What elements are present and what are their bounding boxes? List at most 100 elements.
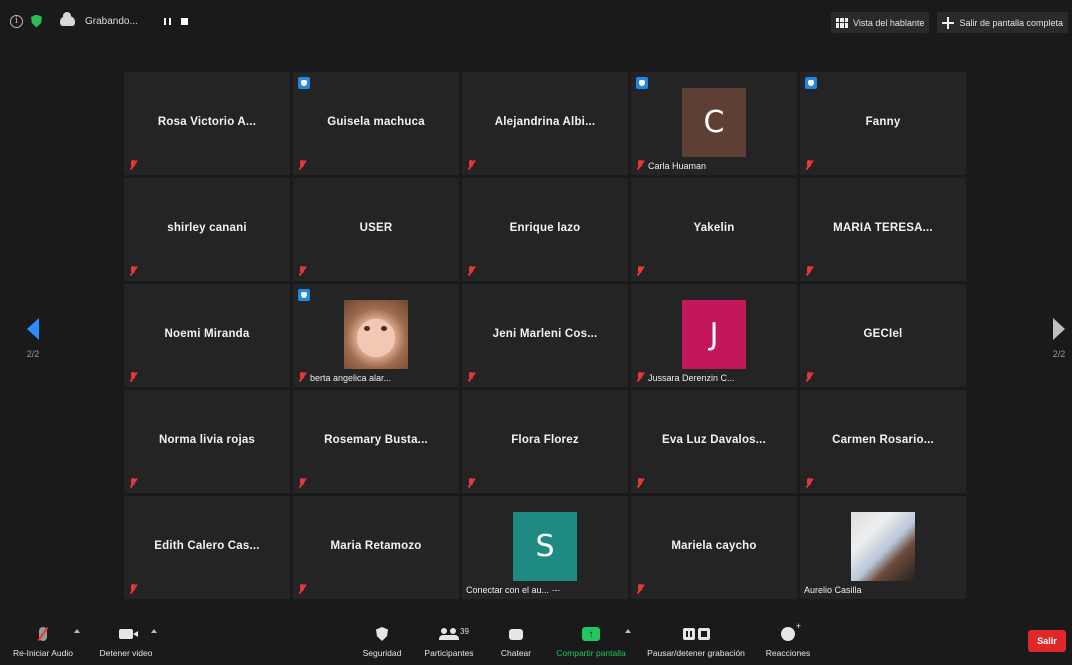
participant-tile[interactable]: Edith Calero Cas...: [124, 496, 290, 599]
participant-name-tag: Conectar con el au... ·-·: [466, 585, 561, 595]
participant-tile[interactable]: Flora Florez: [462, 390, 628, 493]
participant-name: Alejandrina Albi...: [494, 116, 596, 128]
participant-tile[interactable]: berta angelica alar...: [293, 284, 459, 387]
video-camera-icon: [119, 629, 138, 639]
muted-microphone-icon: [298, 266, 307, 276]
participant-tile[interactable]: C Carla Huaman: [631, 72, 797, 175]
participant-name: Rosa Victorio A...: [157, 116, 257, 128]
participant-name: Norma livia rojas: [158, 434, 256, 446]
speaker-view-label: Vista del hablante: [853, 17, 925, 28]
participant-name: Noemi Miranda: [164, 328, 250, 340]
participant-tile[interactable]: S Conectar con el au... ·-·: [462, 496, 628, 599]
muted-microphone-icon: [805, 266, 814, 276]
exit-fullscreen-label: Salir de pantalla completa: [959, 17, 1063, 28]
muted-microphone-icon: [636, 478, 645, 488]
chat-bubble-icon: [509, 628, 523, 640]
muted-microphone-icon: [129, 266, 138, 276]
chat-label: Chatear: [500, 648, 532, 658]
audio-options-chevron-icon[interactable]: [74, 629, 80, 633]
restart-audio-button[interactable]: Re-Iniciar Audio: [8, 623, 78, 658]
participant-name: GECIel: [863, 328, 903, 340]
muted-microphone-icon: [298, 584, 307, 594]
participant-gallery-grid: Rosa Victorio A... Guisela machuca Alejand…: [124, 72, 966, 599]
chat-button[interactable]: Chatear: [494, 623, 538, 658]
stop-video-button[interactable]: Detener video: [94, 623, 158, 658]
share-options-chevron-icon[interactable]: [625, 629, 631, 633]
exit-fullscreen-button[interactable]: Salir de pantalla completa: [937, 12, 1068, 33]
participant-tile[interactable]: Maria Retamozo: [293, 496, 459, 599]
participant-tile[interactable]: Rosa Victorio A...: [124, 72, 290, 175]
muted-microphone-icon: [805, 160, 814, 170]
participant-tile[interactable]: GECIel: [800, 284, 966, 387]
arrow-right-icon[interactable]: [1053, 318, 1065, 340]
recording-label: Grabando...: [85, 15, 138, 27]
leave-meeting-button[interactable]: Salir: [1028, 630, 1066, 652]
share-screen-button[interactable]: ↑ Compartir pantalla: [548, 623, 634, 658]
pause-stop-recording-button[interactable]: Pausar/detener grabación: [640, 623, 752, 658]
participant-name: Yakelin: [693, 222, 735, 234]
participant-tile[interactable]: Noemi Miranda: [124, 284, 290, 387]
participant-name: USER: [359, 222, 393, 234]
muted-microphone-icon: [467, 266, 476, 276]
reactions-label: Reacciones: [765, 648, 811, 658]
participant-tile[interactable]: Aurelio Casilla: [800, 496, 966, 599]
muted-microphone-icon: [129, 478, 138, 488]
participant-photo: [344, 300, 408, 369]
participant-name-tag: Jussara Derenzin C...: [648, 373, 735, 383]
pause-stop-recording-label: Pausar/detener grabación: [647, 648, 745, 658]
security-button[interactable]: Seguridad: [355, 623, 409, 658]
next-page-nav[interactable]: 2/2: [1044, 318, 1072, 359]
participant-tile[interactable]: Enrique lazo: [462, 178, 628, 281]
participant-tile[interactable]: USER: [293, 178, 459, 281]
raised-hand-icon: [636, 77, 648, 89]
speaker-view-button[interactable]: Vista del hablante: [831, 12, 930, 33]
muted-microphone-icon: [467, 372, 476, 382]
participants-button[interactable]: 39 Participantes: [416, 623, 482, 658]
participant-name: Maria Retamozo: [330, 540, 422, 552]
muted-microphone-icon: [467, 478, 476, 488]
participant-photo: [851, 512, 915, 581]
participant-name-tag: berta angelica alar...: [310, 373, 392, 383]
pause-recording-icon[interactable]: [163, 17, 171, 25]
participant-name: Jeni Marleni Cos...: [492, 328, 598, 340]
participant-tile[interactable]: Rosemary Busta...: [293, 390, 459, 493]
participants-count: 39: [460, 627, 469, 636]
muted-microphone-icon: [298, 160, 307, 170]
arrow-left-icon[interactable]: [27, 318, 39, 340]
info-icon[interactable]: i: [10, 14, 23, 28]
security-label: Seguridad: [362, 648, 402, 658]
video-options-chevron-icon[interactable]: [151, 629, 157, 633]
participant-tile[interactable]: Fanny: [800, 72, 966, 175]
raised-hand-icon: [298, 289, 310, 301]
participant-name: Enrique lazo: [509, 222, 581, 234]
muted-microphone-icon: [636, 266, 645, 276]
participant-tile[interactable]: Eva Luz Davalos...: [631, 390, 797, 493]
muted-microphone-icon: [636, 584, 645, 594]
participant-tile[interactable]: J Jussara Derenzin C...: [631, 284, 797, 387]
participant-tile[interactable]: MARIA TERESA...: [800, 178, 966, 281]
participant-tile[interactable]: shirley canani: [124, 178, 290, 281]
participant-name: Fanny: [865, 116, 901, 128]
reactions-button[interactable]: Reacciones: [762, 621, 814, 658]
muted-microphone-icon: [636, 372, 645, 382]
meeting-toolbar: Re-Iniciar Audio Detener video Seguridad…: [0, 615, 1072, 665]
stop-recording-icon[interactable]: [180, 17, 188, 25]
security-shield-icon: [376, 627, 388, 641]
participant-tile[interactable]: Guisela machuca: [293, 72, 459, 175]
participant-name: Eva Luz Davalos...: [662, 434, 766, 446]
participant-tile[interactable]: Carmen Rosario...: [800, 390, 966, 493]
participant-tile[interactable]: Norma livia rojas: [124, 390, 290, 493]
participant-name-tag: Aurelio Casilla: [804, 585, 862, 595]
encryption-shield-icon[interactable]: [31, 14, 42, 28]
muted-microphone-icon: [636, 160, 645, 170]
participant-tile[interactable]: Jeni Marleni Cos...: [462, 284, 628, 387]
grid-view-icon: [836, 17, 849, 28]
participants-label: Participantes: [424, 648, 474, 658]
share-screen-label: Compartir pantalla: [556, 648, 626, 658]
participant-tile[interactable]: Mariela caycho: [631, 496, 797, 599]
participant-name: Flora Florez: [511, 434, 579, 446]
participant-tile[interactable]: Alejandrina Albi...: [462, 72, 628, 175]
participant-tile[interactable]: Yakelin: [631, 178, 797, 281]
recording-controls: [163, 17, 188, 25]
previous-page-nav[interactable]: 2/2: [18, 318, 48, 359]
